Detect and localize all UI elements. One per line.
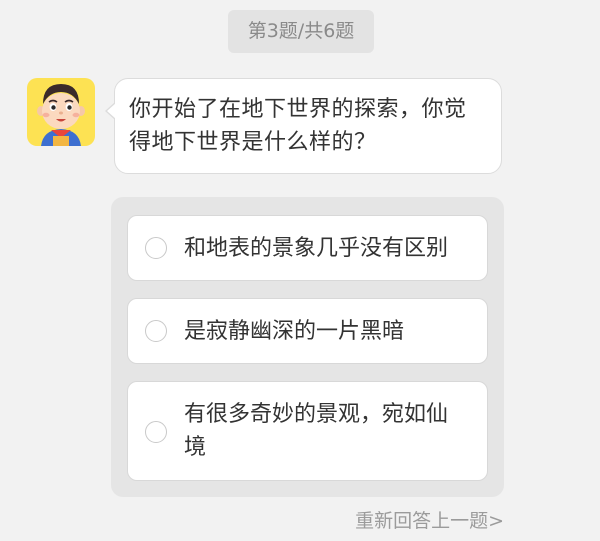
radio-unchecked-icon[interactable] — [145, 421, 167, 443]
redo-previous-question-link[interactable]: 重新回答上一题> — [355, 508, 504, 534]
radio-unchecked-icon[interactable] — [145, 237, 167, 259]
cartoon-child-avatar-icon — [37, 84, 85, 146]
answer-option-3[interactable]: 有很多奇妙的景观，宛如仙境 — [127, 381, 488, 481]
answer-options-panel: 和地表的景象几乎没有区别 是寂静幽深的一片黑暗 有很多奇妙的景观，宛如仙境 — [111, 197, 504, 497]
avatar — [27, 78, 95, 146]
bubble-tail-inner — [107, 103, 116, 119]
answer-option-2[interactable]: 是寂静幽深的一片黑暗 — [127, 298, 488, 364]
answer-option-label: 有很多奇妙的景观，宛如仙境 — [184, 402, 449, 460]
answer-option-label: 是寂静幽深的一片黑暗 — [184, 319, 405, 344]
question-bubble: 你开始了在地下世界的探索，你觉得地下世界是什么样的？ — [114, 78, 502, 174]
question-text: 你开始了在地下世界的探索，你觉得地下世界是什么样的？ — [129, 97, 467, 155]
answer-option-label: 和地表的景象几乎没有区别 — [184, 236, 449, 261]
answer-option-1[interactable]: 和地表的景象几乎没有区别 — [127, 215, 488, 281]
radio-unchecked-icon[interactable] — [145, 320, 167, 342]
question-progress-badge: 第3题/共6题 — [228, 10, 374, 53]
